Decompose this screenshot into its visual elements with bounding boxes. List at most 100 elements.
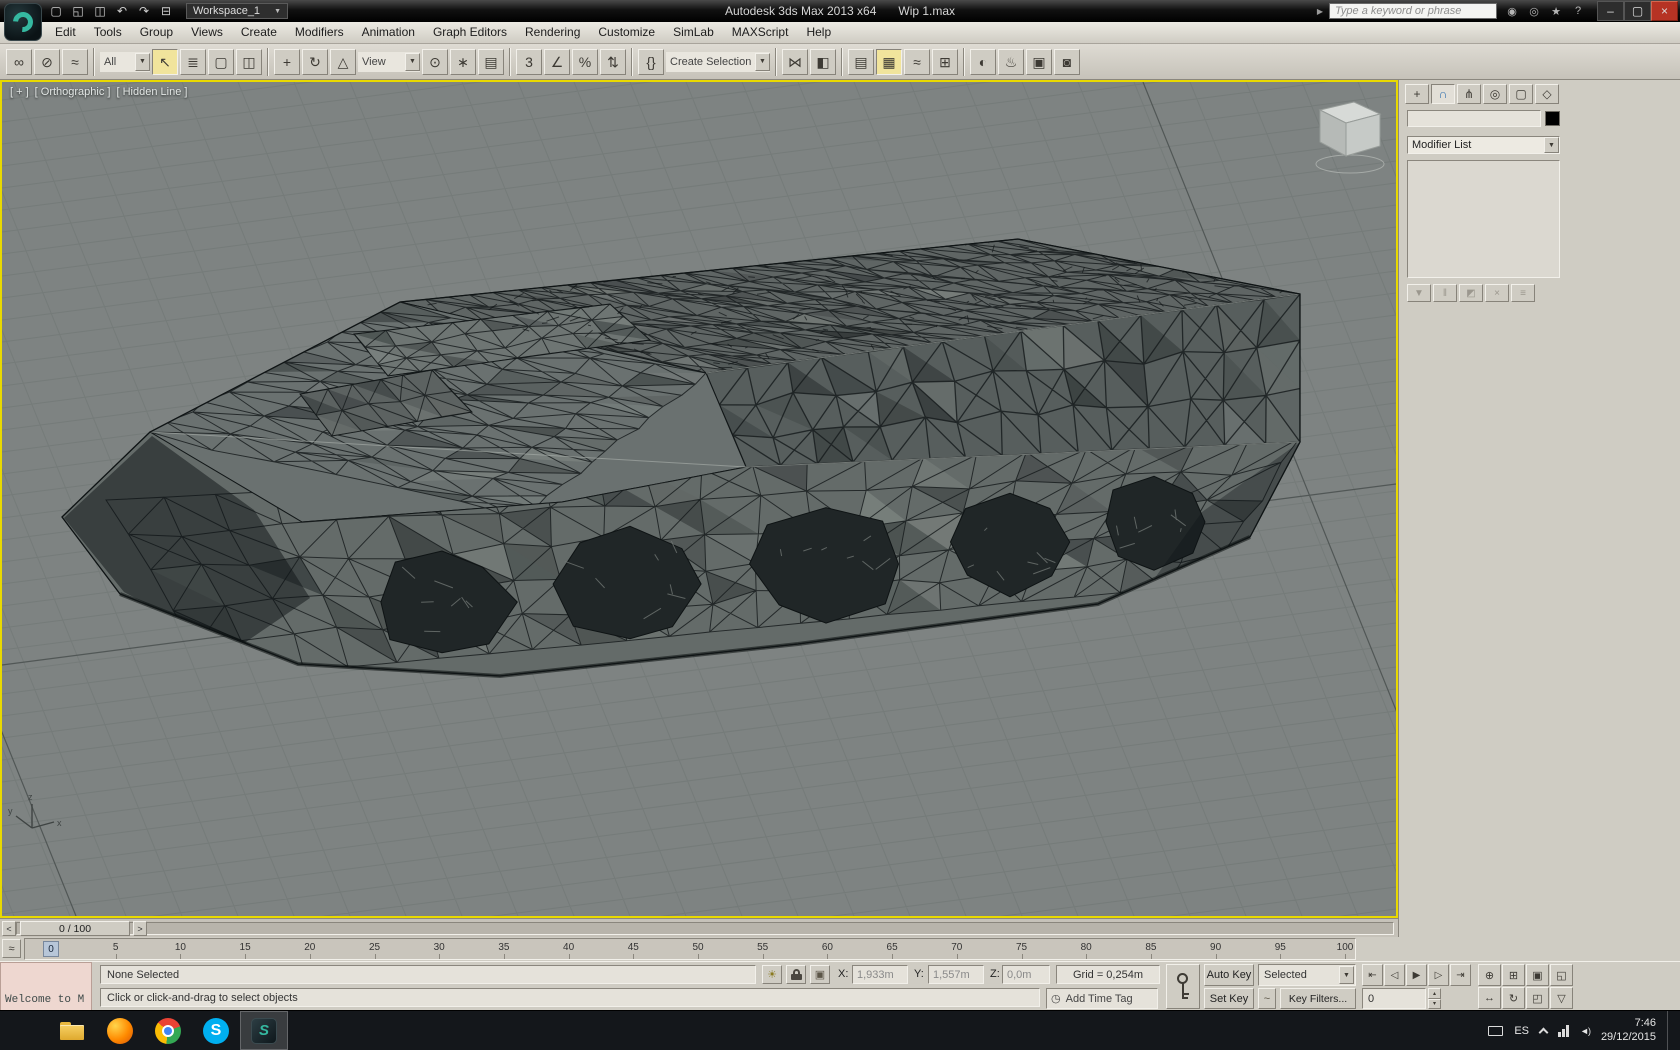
keyboard-shortcut-override-toggle-button[interactable]: ▤	[478, 48, 504, 75]
selection-lock-icon[interactable]	[786, 965, 806, 984]
menu-create[interactable]: Create	[232, 22, 286, 44]
previous-frame-button[interactable]: <	[2, 921, 16, 936]
welcome-window[interactable]: Welcome to M	[0, 962, 92, 1011]
tab-hierarchy[interactable]: ⋔	[1457, 84, 1481, 104]
viewport-shading-menu[interactable]: [ Hidden Line ]	[116, 86, 187, 98]
close-button[interactable]: ×	[1651, 1, 1678, 21]
orbit-button[interactable]: ↻	[1502, 987, 1525, 1009]
menu-views[interactable]: Views	[182, 22, 232, 44]
open-mini-curve-editor-button[interactable]: ≈	[2, 939, 21, 958]
communication-center-icon[interactable]: ◎	[1525, 3, 1543, 19]
tab-motion[interactable]: ◎	[1483, 84, 1507, 104]
remove-modifier-button[interactable]: ×	[1485, 284, 1509, 302]
chevron-down-icon[interactable]: ▼	[135, 52, 150, 71]
rendered-frame-window-button[interactable]: ▣	[1026, 48, 1052, 75]
edit-named-selection-sets-button[interactable]: {}	[638, 48, 664, 75]
window-crossing-toggle-button[interactable]: ◫	[236, 48, 262, 75]
pan-view-button[interactable]: ↔	[1478, 987, 1501, 1009]
go-to-end-button[interactable]: ⇥	[1450, 964, 1471, 986]
spinner-snap-toggle-button[interactable]: ⇅	[600, 48, 626, 75]
next-frame-button[interactable]: ▷	[1428, 964, 1449, 986]
application-menu-button[interactable]	[4, 3, 42, 41]
default-in-out-tangents-icon[interactable]: ~	[1258, 988, 1276, 1009]
zoom-extents-button[interactable]: ▣	[1526, 964, 1549, 986]
search-input[interactable]	[1329, 3, 1497, 19]
tab-modify[interactable]: ∩	[1431, 84, 1455, 104]
undo-button[interactable]: ↶	[112, 2, 132, 20]
menu-graph-editors[interactable]: Graph Editors	[424, 22, 516, 44]
object-name-field[interactable]	[1407, 110, 1541, 127]
time-slider-track[interactable]	[16, 922, 1394, 935]
workspace-dropdown[interactable]: Workspace_1 ▼	[186, 3, 288, 19]
viewport-general-menu[interactable]: [ + ]	[10, 86, 29, 98]
favorites-icon[interactable]: ★	[1547, 3, 1565, 19]
curve-editor-button[interactable]: ≈	[904, 48, 930, 75]
menu-edit[interactable]: Edit	[46, 22, 85, 44]
bind-to-space-warp-button[interactable]: ≈	[62, 48, 88, 75]
zoom-region-button[interactable]: ◱	[1550, 964, 1573, 986]
select-and-link-button[interactable]: ∞	[6, 48, 32, 75]
zoom-button[interactable]: ⊕	[1478, 964, 1501, 986]
menu-customize[interactable]: Customize	[589, 22, 664, 44]
taskbar-firefox[interactable]	[96, 1011, 144, 1050]
unlink-selection-button[interactable]: ⊘	[34, 48, 60, 75]
render-setup-button[interactable]: ♨	[998, 48, 1024, 75]
material-editor-button[interactable]: ◐	[970, 48, 996, 75]
rectangular-selection-region-button[interactable]: ▢	[208, 48, 234, 75]
pin-stack-button[interactable]: ▼	[1407, 284, 1431, 302]
make-unique-button[interactable]: ◩	[1459, 284, 1483, 302]
new-scene-button[interactable]: ▢	[46, 2, 66, 20]
select-and-move-button[interactable]: +	[274, 48, 300, 75]
menu-help[interactable]: Help	[797, 22, 840, 44]
clock[interactable]: 7:46 29/12/2015	[1601, 1017, 1656, 1045]
taskbar-start[interactable]	[0, 1011, 48, 1050]
schematic-view-button[interactable]: ⊞	[932, 48, 958, 75]
menu-group[interactable]: Group	[131, 22, 182, 44]
previous-frame-button[interactable]: ◁	[1384, 964, 1405, 986]
set-key-mode-button[interactable]	[1166, 964, 1200, 1009]
modifier-list-dropdown[interactable]: Modifier List ▼	[1407, 136, 1560, 154]
time-slider-handle[interactable]: 0 / 100	[20, 921, 130, 936]
zoom-all-button[interactable]: ⊞	[1502, 964, 1525, 986]
open-file-button[interactable]: ◱	[68, 2, 88, 20]
select-and-rotate-button[interactable]: ↻	[302, 48, 328, 75]
x-coordinate-field[interactable]: 1,933m	[852, 965, 908, 984]
viewport-canvas[interactable]: x y z	[2, 82, 1396, 916]
percent-snap-toggle-button[interactable]: %	[572, 48, 598, 75]
project-folder-button[interactable]: ⊟	[156, 2, 176, 20]
z-coordinate-field[interactable]: 0,0m	[1002, 965, 1050, 984]
tab-display[interactable]: ▢	[1509, 84, 1533, 104]
mirror-button[interactable]: ⋈	[782, 48, 808, 75]
named-selection-sets-dropdown[interactable]: Create Selection Se▼	[666, 51, 770, 72]
select-by-name-button[interactable]: ≣	[180, 48, 206, 75]
select-and-uniform-scale-button[interactable]: △	[330, 48, 356, 75]
auto-key-button[interactable]: Auto Key	[1204, 964, 1254, 986]
viewport[interactable]: x y z [ + ] [ Orthographic ] [ Hidden Line…	[0, 80, 1398, 918]
minimize-button[interactable]: –	[1597, 1, 1624, 21]
menu-tools[interactable]: Tools	[85, 22, 131, 44]
language-indicator[interactable]: ES	[1514, 1025, 1529, 1037]
next-frame-button[interactable]: >	[133, 921, 147, 936]
go-to-start-button[interactable]: ⇤	[1362, 964, 1383, 986]
chevron-down-icon[interactable]: ▼	[405, 52, 420, 71]
angle-snap-toggle-button[interactable]: ∠	[544, 48, 570, 75]
menu-simlab[interactable]: SimLab	[664, 22, 723, 44]
reference-coordinate-system-dropdown[interactable]: View ▼	[358, 51, 420, 72]
taskbar-3ds-max[interactable]: S	[240, 1011, 288, 1050]
modifier-stack[interactable]	[1407, 160, 1560, 278]
save-file-button[interactable]: ◫	[90, 2, 110, 20]
object-color-swatch[interactable]	[1545, 111, 1560, 126]
touch-keyboard-icon[interactable]	[1488, 1025, 1504, 1036]
spinner-down-icon[interactable]: ▾	[1428, 998, 1441, 1009]
tab-utilities[interactable]: ◇	[1535, 84, 1559, 104]
y-coordinate-field[interactable]: 1,557m	[928, 965, 984, 984]
menu-maxscript[interactable]: MAXScript	[723, 22, 798, 44]
snaps-toggle-button[interactable]: 3	[516, 48, 542, 75]
key-filters-button[interactable]: Key Filters...	[1280, 988, 1356, 1009]
spinner-up-icon[interactable]: ▴	[1428, 988, 1441, 999]
network-icon[interactable]	[1558, 1024, 1570, 1037]
menu-rendering[interactable]: Rendering	[516, 22, 589, 44]
maximize-viewport-toggle-button[interactable]: ◰	[1526, 987, 1549, 1009]
taskbar-skype[interactable]: S	[192, 1011, 240, 1050]
menu-animation[interactable]: Animation	[353, 22, 424, 44]
